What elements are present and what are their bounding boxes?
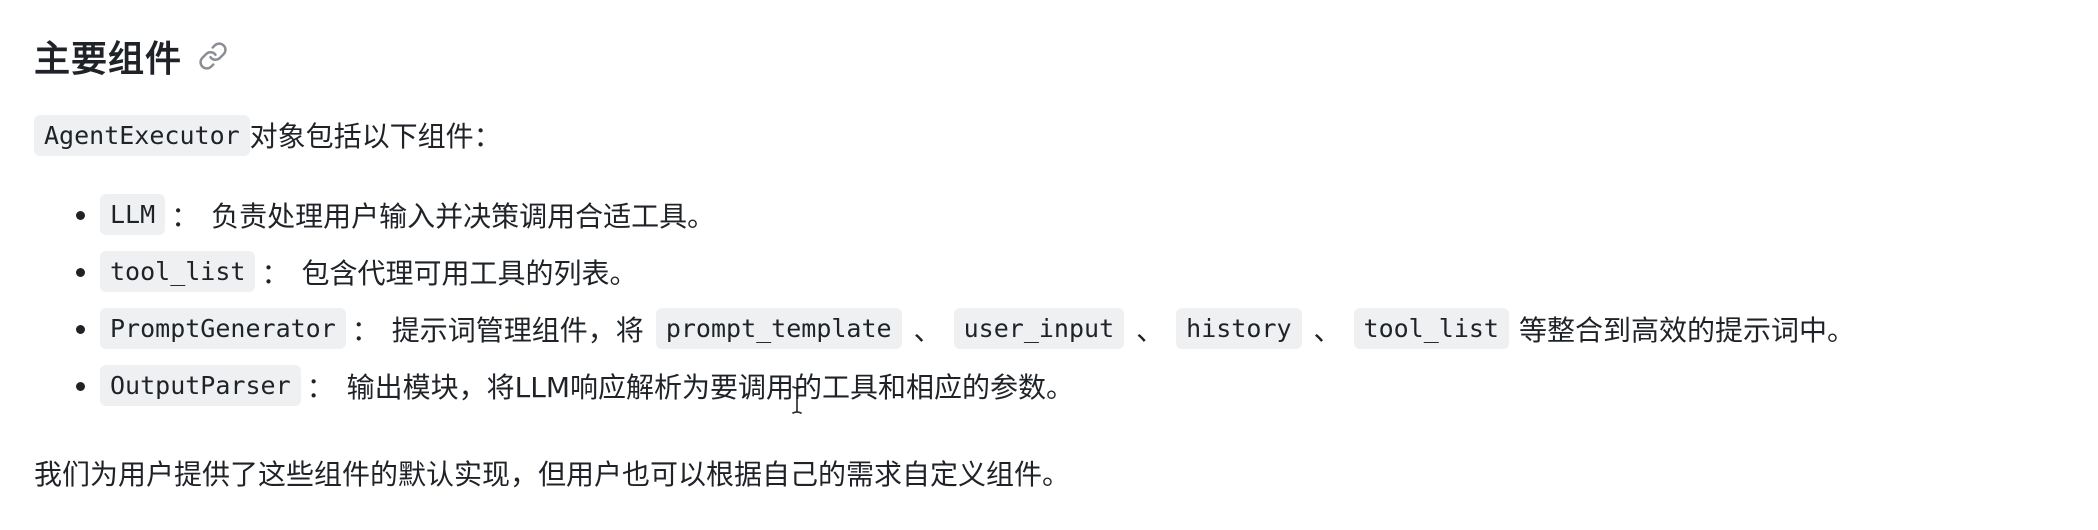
llm-description: 负责处理用户输入并决策调用合适工具。	[211, 199, 716, 233]
tool-list-description: 包含代理可用工具的列表。	[301, 256, 638, 290]
history-code: history	[1176, 308, 1302, 349]
list-item-tool-list: tool_list ： 包含代理可用工具的列表。	[34, 243, 2064, 300]
output-parser-description: 输出模块，将LLM响应解析为要调用的工具和相应的参数。	[346, 370, 1075, 404]
bullet-icon	[76, 381, 85, 391]
list-item-llm: LLM ： 负责处理用户输入并决策调用合适工具。	[34, 186, 2064, 243]
list-item-output-parser: OutputParser ： 输出模块，将LLM响应解析为要调用的工具和相应的参…	[34, 357, 2064, 414]
bullet-icon	[76, 210, 85, 220]
separator: 、	[913, 313, 942, 347]
intro-paragraph: AgentExecutor 对象包括以下组件：	[34, 112, 2064, 158]
user-input-code: user_input	[953, 308, 1125, 349]
output-parser-code: OutputParser	[100, 365, 301, 406]
heading-text: 主要组件	[34, 39, 183, 80]
agent-executor-code: AgentExecutor	[34, 114, 250, 156]
colon: ：	[351, 313, 380, 347]
document-page: 主要组件 AgentExecutor 对象包括以下组件： LLM ： 负责处理用…	[0, 0, 2098, 530]
bullet-icon	[76, 324, 85, 334]
outro-paragraph: 我们为用户提供了这些组件的默认实现，但用户也可以根据自己的需求自定义组件。	[34, 458, 1071, 491]
link-icon[interactable]	[198, 39, 232, 73]
section-heading: 主要组件	[34, 30, 2064, 82]
component-list: LLM ： 负责处理用户输入并决策调用合适工具。 tool_list ： 包含代…	[34, 186, 2064, 414]
intro-text: 对象包括以下组件：	[249, 120, 502, 153]
colon: ：	[306, 370, 335, 404]
llm-code: LLM	[100, 194, 166, 235]
colon: ：	[171, 199, 200, 233]
prompt-generator-text-before: 提示词管理组件，将	[391, 313, 644, 347]
prompt-generator-code: PromptGenerator	[100, 308, 346, 349]
bullet-icon	[76, 267, 85, 277]
prompt-generator-text-after: 等整合到高效的提示词中。	[1518, 313, 1855, 347]
tool-list-code-inline: tool_list	[1353, 308, 1509, 349]
separator: 、	[1313, 313, 1342, 347]
colon: ：	[261, 256, 290, 290]
prompt-template-code: prompt_template	[655, 308, 902, 349]
separator: 、	[1136, 313, 1165, 347]
tool-list-code: tool_list	[100, 251, 256, 292]
list-item-prompt-generator: PromptGenerator ： 提示词管理组件，将 prompt_templ…	[34, 300, 2064, 357]
text-cursor-icon	[791, 385, 803, 415]
